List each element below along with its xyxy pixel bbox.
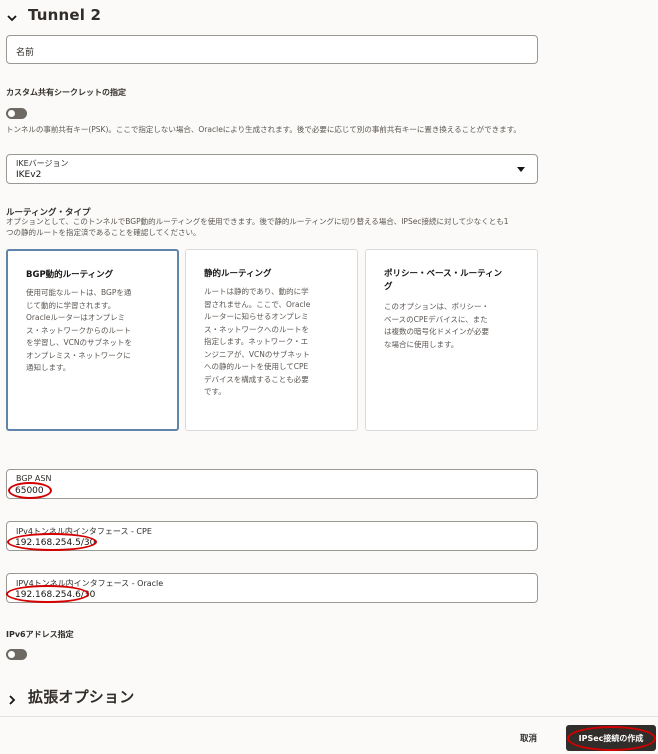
card-bgp-dynamic-routing[interactable]: BGP動的ルーティング 使用可能なルートは、BGPを通 じて動的に学習されます。… [6,249,179,431]
dropdown-caret-icon [517,167,525,172]
ipv4-oracle-value: 192.168.254.6/30 [15,590,96,600]
card-static-title: 静的ルーティング [204,269,272,279]
card-policy-title: ポリシー・ベース・ルーティン グ [384,269,503,292]
ike-version-select[interactable]: IKEバージョン IKEv2 [6,154,538,184]
ike-version-label: IKEバージョン [16,159,69,168]
bgp-asn-input[interactable]: BGP ASN 65000 [6,469,538,499]
card-policy-based-routing[interactable]: ポリシー・ベース・ルーティン グ このオプションは、ポリシー・ ベースのCPEデ… [365,249,538,431]
tunnel2-section-header[interactable]: Tunnel 2 [6,6,101,24]
card-static-routing[interactable]: 静的ルーティング ルートは静的であり、動的に学 習されません。ここで、Oracl… [185,249,358,431]
advanced-options-header[interactable]: 拡張オプション [6,686,134,707]
advanced-options-title: 拡張オプション [28,688,135,706]
ipv4-cpe-input[interactable]: IPv4トンネル内インタフェース - CPE 192.168.254.5/30 [6,521,538,551]
ike-version-value: IKEv2 [16,170,42,180]
tunnel-title: Tunnel 2 [28,6,102,24]
routing-help-line2: つの静的ルートを指定済であることを確認してください。 [6,228,201,237]
name-placeholder: 名前 [16,48,35,58]
name-input[interactable]: 名前 [6,35,538,64]
custom-secret-toggle[interactable] [6,108,27,119]
card-bgp-title: BGP動的ルーティング [26,270,114,280]
custom-secret-help: トンネルの事前共有キー(PSK)。ここで指定しない場合、Oracleにより生成さ… [6,125,521,134]
ipv4-cpe-value: 192.168.254.5/30 [15,538,96,548]
footer-bar: 取消 IPSec接続の作成 [0,716,658,754]
bgp-asn-label: BGP ASN [16,474,52,483]
cancel-button[interactable]: 取消 [520,732,537,744]
custom-secret-label: カスタム共有シークレットの指定 [6,88,126,97]
chevron-down-icon [6,9,18,22]
ipv4-oracle-input[interactable]: IPV4トンネル内インタフェース - Oracle 192.168.254.6/… [6,573,538,603]
routing-help-line1: オプションとして、このトンネルでBGP動的ルーティングを使用できます。後で静的ル… [6,217,509,226]
ipv4-oracle-label: IPV4トンネル内インタフェース - Oracle [16,579,164,588]
ipv6-toggle[interactable] [6,649,27,660]
create-ipsec-button[interactable]: IPSec接続の作成 [566,725,656,751]
card-bgp-desc: 使用可能なルートは、BGPを通 じて動的に学習されます。 Oracleルーターは… [26,288,132,372]
routing-help: オプションとして、このトンネルでBGP動的ルーティングを使用できます。後で静的ル… [6,216,554,238]
ipv4-cpe-label: IPv4トンネル内インタフェース - CPE [16,527,152,536]
bgp-asn-value: 65000 [15,486,44,496]
card-static-desc: ルートは静的であり、動的に学 習されません。ここで、Oracle ルーターに知ら… [204,287,311,396]
card-policy-desc: このオプションは、ポリシー・ ベースのCPEデバイスに、また は複数の暗号化ドメ… [384,302,489,349]
ipv6-label: IPv6アドレス指定 [6,630,74,639]
chevron-right-icon [6,691,18,705]
